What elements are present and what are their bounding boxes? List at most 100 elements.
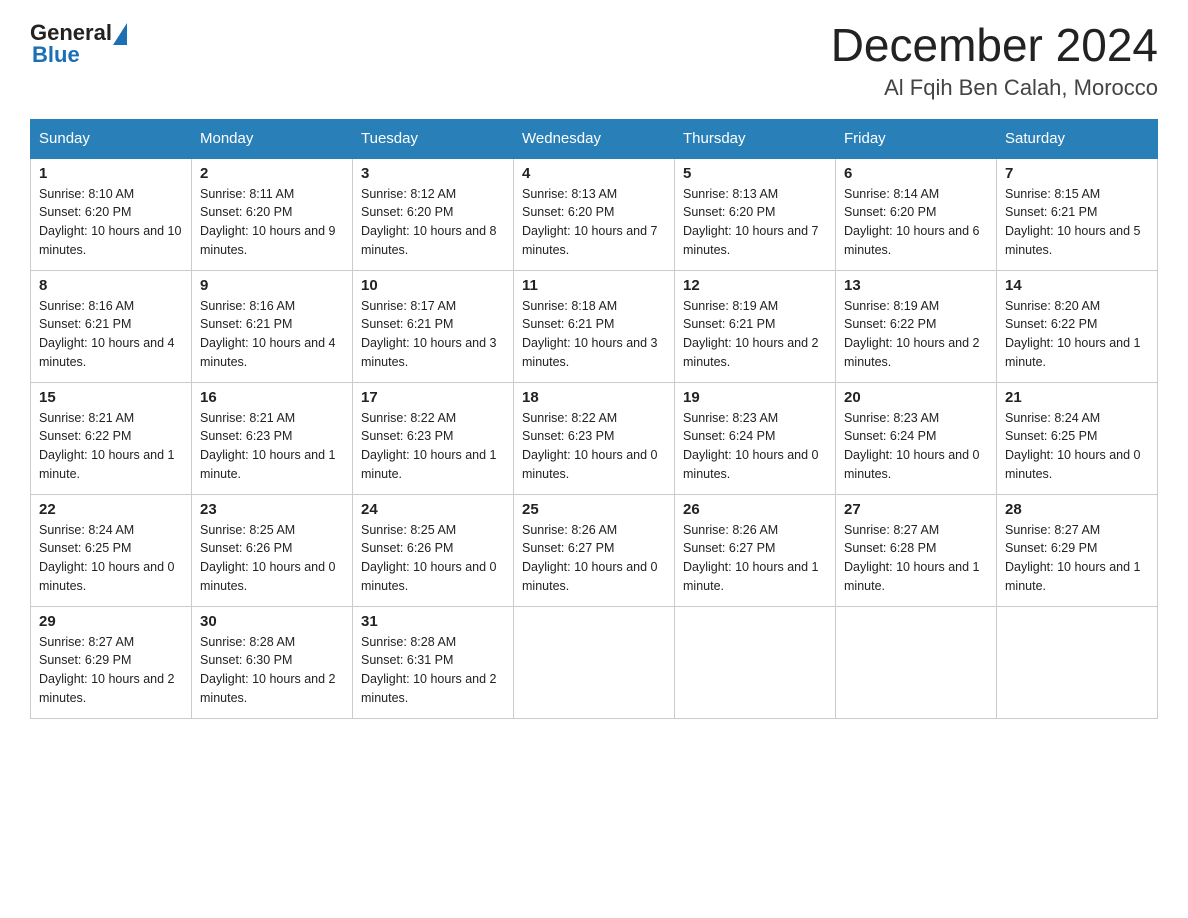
header-friday: Friday [836, 119, 997, 158]
day-number: 6 [844, 165, 988, 182]
day-number: 19 [683, 389, 827, 406]
logo: General Blue [30, 20, 127, 68]
month-title: December 2024 [831, 20, 1158, 71]
day-info: Sunrise: 8:28 AMSunset: 6:31 PMDaylight:… [361, 633, 505, 708]
logo-arrow-icon [113, 23, 127, 45]
calendar-day-cell: 10 Sunrise: 8:17 AMSunset: 6:21 PMDayligh… [353, 270, 514, 382]
day-number: 24 [361, 501, 505, 518]
day-info: Sunrise: 8:15 AMSunset: 6:21 PMDaylight:… [1005, 185, 1149, 260]
day-number: 4 [522, 165, 666, 182]
day-number: 30 [200, 613, 344, 630]
calendar-day-cell: 8 Sunrise: 8:16 AMSunset: 6:21 PMDaylight… [31, 270, 192, 382]
calendar-table: Sunday Monday Tuesday Wednesday Thursday… [30, 119, 1158, 719]
day-info: Sunrise: 8:27 AMSunset: 6:29 PMDaylight:… [1005, 521, 1149, 596]
calendar-day-cell [997, 606, 1158, 718]
day-number: 8 [39, 277, 183, 294]
day-info: Sunrise: 8:27 AMSunset: 6:29 PMDaylight:… [39, 633, 183, 708]
day-number: 5 [683, 165, 827, 182]
day-info: Sunrise: 8:13 AMSunset: 6:20 PMDaylight:… [522, 185, 666, 260]
day-info: Sunrise: 8:17 AMSunset: 6:21 PMDaylight:… [361, 297, 505, 372]
day-info: Sunrise: 8:18 AMSunset: 6:21 PMDaylight:… [522, 297, 666, 372]
day-info: Sunrise: 8:13 AMSunset: 6:20 PMDaylight:… [683, 185, 827, 260]
calendar-day-cell: 27 Sunrise: 8:27 AMSunset: 6:28 PMDayligh… [836, 494, 997, 606]
day-info: Sunrise: 8:26 AMSunset: 6:27 PMDaylight:… [683, 521, 827, 596]
day-info: Sunrise: 8:19 AMSunset: 6:22 PMDaylight:… [844, 297, 988, 372]
day-info: Sunrise: 8:22 AMSunset: 6:23 PMDaylight:… [361, 409, 505, 484]
day-info: Sunrise: 8:21 AMSunset: 6:22 PMDaylight:… [39, 409, 183, 484]
calendar-day-cell: 17 Sunrise: 8:22 AMSunset: 6:23 PMDayligh… [353, 382, 514, 494]
logo-blue-text: Blue [30, 42, 80, 68]
calendar-week-row: 8 Sunrise: 8:16 AMSunset: 6:21 PMDaylight… [31, 270, 1158, 382]
calendar-day-cell: 21 Sunrise: 8:24 AMSunset: 6:25 PMDayligh… [997, 382, 1158, 494]
location-title: Al Fqih Ben Calah, Morocco [831, 75, 1158, 101]
calendar-day-cell: 22 Sunrise: 8:24 AMSunset: 6:25 PMDayligh… [31, 494, 192, 606]
day-info: Sunrise: 8:24 AMSunset: 6:25 PMDaylight:… [39, 521, 183, 596]
calendar-day-cell: 11 Sunrise: 8:18 AMSunset: 6:21 PMDayligh… [514, 270, 675, 382]
day-number: 9 [200, 277, 344, 294]
day-number: 12 [683, 277, 827, 294]
day-number: 10 [361, 277, 505, 294]
calendar-day-cell: 19 Sunrise: 8:23 AMSunset: 6:24 PMDayligh… [675, 382, 836, 494]
day-info: Sunrise: 8:25 AMSunset: 6:26 PMDaylight:… [361, 521, 505, 596]
calendar-day-cell: 3Sunrise: 8:12 AMSunset: 6:20 PMDaylight… [353, 158, 514, 271]
day-number: 23 [200, 501, 344, 518]
day-number: 21 [1005, 389, 1149, 406]
calendar-week-row: 29 Sunrise: 8:27 AMSunset: 6:29 PMDayligh… [31, 606, 1158, 718]
header-saturday: Saturday [997, 119, 1158, 158]
day-number: 17 [361, 389, 505, 406]
day-info: Sunrise: 8:16 AMSunset: 6:21 PMDaylight:… [39, 297, 183, 372]
day-info: Sunrise: 8:23 AMSunset: 6:24 PMDaylight:… [683, 409, 827, 484]
day-info: Sunrise: 8:24 AMSunset: 6:25 PMDaylight:… [1005, 409, 1149, 484]
calendar-day-cell: 24 Sunrise: 8:25 AMSunset: 6:26 PMDayligh… [353, 494, 514, 606]
day-info: Sunrise: 8:27 AMSunset: 6:28 PMDaylight:… [844, 521, 988, 596]
header-monday: Monday [192, 119, 353, 158]
calendar-day-cell [836, 606, 997, 718]
day-number: 11 [522, 277, 666, 294]
day-number: 15 [39, 389, 183, 406]
header-wednesday: Wednesday [514, 119, 675, 158]
day-number: 3 [361, 165, 505, 182]
day-number: 31 [361, 613, 505, 630]
day-number: 20 [844, 389, 988, 406]
calendar-day-cell: 28 Sunrise: 8:27 AMSunset: 6:29 PMDayligh… [997, 494, 1158, 606]
calendar-day-cell [675, 606, 836, 718]
calendar-day-cell: 29 Sunrise: 8:27 AMSunset: 6:29 PMDayligh… [31, 606, 192, 718]
calendar-day-cell: 15 Sunrise: 8:21 AMSunset: 6:22 PMDayligh… [31, 382, 192, 494]
day-number: 28 [1005, 501, 1149, 518]
day-number: 22 [39, 501, 183, 518]
calendar-day-cell: 12 Sunrise: 8:19 AMSunset: 6:21 PMDayligh… [675, 270, 836, 382]
calendar-day-cell: 14 Sunrise: 8:20 AMSunset: 6:22 PMDayligh… [997, 270, 1158, 382]
day-number: 13 [844, 277, 988, 294]
calendar-day-cell: 13 Sunrise: 8:19 AMSunset: 6:22 PMDayligh… [836, 270, 997, 382]
calendar-day-cell: 16Sunrise: 8:21 AMSunset: 6:23 PMDayligh… [192, 382, 353, 494]
header-tuesday: Tuesday [353, 119, 514, 158]
calendar-day-cell: 25 Sunrise: 8:26 AMSunset: 6:27 PMDayligh… [514, 494, 675, 606]
day-number: 27 [844, 501, 988, 518]
calendar-week-row: 22 Sunrise: 8:24 AMSunset: 6:25 PMDayligh… [31, 494, 1158, 606]
day-info: Sunrise: 8:26 AMSunset: 6:27 PMDaylight:… [522, 521, 666, 596]
day-number: 1 [39, 165, 183, 182]
day-number: 14 [1005, 277, 1149, 294]
day-info: Sunrise: 8:16 AMSunset: 6:21 PMDaylight:… [200, 297, 344, 372]
calendar-day-cell: 20Sunrise: 8:23 AMSunset: 6:24 PMDayligh… [836, 382, 997, 494]
day-number: 29 [39, 613, 183, 630]
day-info: Sunrise: 8:19 AMSunset: 6:21 PMDaylight:… [683, 297, 827, 372]
day-info: Sunrise: 8:22 AMSunset: 6:23 PMDaylight:… [522, 409, 666, 484]
day-info: Sunrise: 8:20 AMSunset: 6:22 PMDaylight:… [1005, 297, 1149, 372]
day-info: Sunrise: 8:28 AMSunset: 6:30 PMDaylight:… [200, 633, 344, 708]
calendar-day-cell [514, 606, 675, 718]
calendar-day-cell: 4 Sunrise: 8:13 AMSunset: 6:20 PMDaylight… [514, 158, 675, 271]
calendar-week-row: 15 Sunrise: 8:21 AMSunset: 6:22 PMDayligh… [31, 382, 1158, 494]
calendar-day-cell: 31 Sunrise: 8:28 AMSunset: 6:31 PMDayligh… [353, 606, 514, 718]
header-thursday: Thursday [675, 119, 836, 158]
day-number: 2 [200, 165, 344, 182]
header-sunday: Sunday [31, 119, 192, 158]
day-number: 7 [1005, 165, 1149, 182]
calendar-day-cell: 30 Sunrise: 8:28 AMSunset: 6:30 PMDayligh… [192, 606, 353, 718]
calendar-day-cell: 5 Sunrise: 8:13 AMSunset: 6:20 PMDaylight… [675, 158, 836, 271]
calendar-day-cell: 6Sunrise: 8:14 AMSunset: 6:20 PMDaylight… [836, 158, 997, 271]
day-info: Sunrise: 8:10 AMSunset: 6:20 PMDaylight:… [39, 185, 183, 260]
day-number: 26 [683, 501, 827, 518]
day-number: 25 [522, 501, 666, 518]
day-info: Sunrise: 8:11 AMSunset: 6:20 PMDaylight:… [200, 185, 344, 260]
